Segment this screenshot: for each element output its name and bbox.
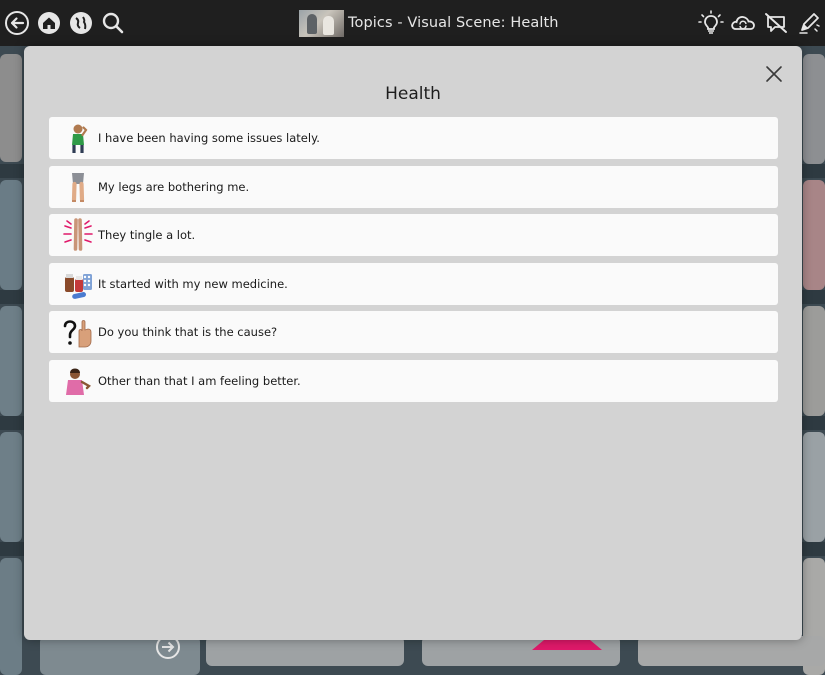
- dialog-title: Health: [385, 84, 441, 104]
- globe-icon[interactable]: [67, 9, 95, 37]
- home-icon[interactable]: [35, 9, 63, 37]
- topic-title[interactable]: Topics - Visual Scene: Health: [299, 9, 559, 37]
- question-hand-icon: [62, 315, 94, 349]
- background-tile: [638, 636, 825, 666]
- scene-thumbnail: [299, 9, 344, 37]
- back-icon[interactable]: [3, 9, 31, 37]
- phrase-dialog: Health I have been having some issues la…: [24, 46, 802, 640]
- background-tile: [803, 180, 825, 290]
- background-tile: [0, 306, 22, 416]
- phrase-row[interactable]: Other than that I am feeling better.: [49, 359, 778, 402]
- background-tile: [0, 558, 22, 675]
- medicine-icon: [62, 267, 94, 301]
- search-icon[interactable]: [99, 9, 127, 37]
- background-tile: [0, 54, 22, 162]
- phrase-text: Other than that I am feeling better.: [98, 373, 301, 388]
- cloud-sync-icon[interactable]: [729, 9, 757, 37]
- phrase-row[interactable]: Do you think that is the cause?: [49, 311, 778, 353]
- phrase-text: They tingle a lot.: [98, 228, 196, 242]
- phrase-text: I have been having some issues lately.: [98, 131, 320, 145]
- background-tile: [803, 54, 825, 164]
- phrase-text: It started with my new medicine.: [98, 276, 288, 291]
- background-shape-icon: [532, 640, 602, 650]
- legs-icon: [62, 170, 94, 204]
- tingling-legs-icon: [62, 218, 94, 252]
- background-tile: [0, 432, 22, 542]
- phrase-text: Do you think that is the cause?: [98, 325, 278, 339]
- phrase-text: My legs are bothering me.: [98, 179, 250, 194]
- lightbulb-icon[interactable]: [697, 9, 725, 37]
- happy-person-icon: [62, 364, 94, 398]
- speech-off-icon[interactable]: [762, 9, 790, 37]
- phrase-list: I have been having some issues lately. M…: [49, 117, 778, 408]
- edit-pencil-icon[interactable]: [795, 9, 823, 37]
- background-tile: [803, 432, 825, 542]
- person-touching-head-icon: [62, 121, 94, 155]
- topic-title-text: Topics - Visual Scene: Health: [348, 15, 559, 31]
- background-tile: [803, 306, 825, 416]
- phrase-row[interactable]: My legs are bothering me.: [49, 165, 778, 208]
- phrase-row[interactable]: It started with my new medicine.: [49, 262, 778, 305]
- close-icon[interactable]: [764, 64, 784, 84]
- background-tile: [206, 636, 404, 666]
- background-tile: [0, 180, 22, 290]
- phrase-row[interactable]: I have been having some issues lately.: [49, 117, 778, 159]
- phrase-row[interactable]: They tingle a lot.: [49, 214, 778, 256]
- top-toolbar: Topics - Visual Scene: Health: [0, 0, 825, 46]
